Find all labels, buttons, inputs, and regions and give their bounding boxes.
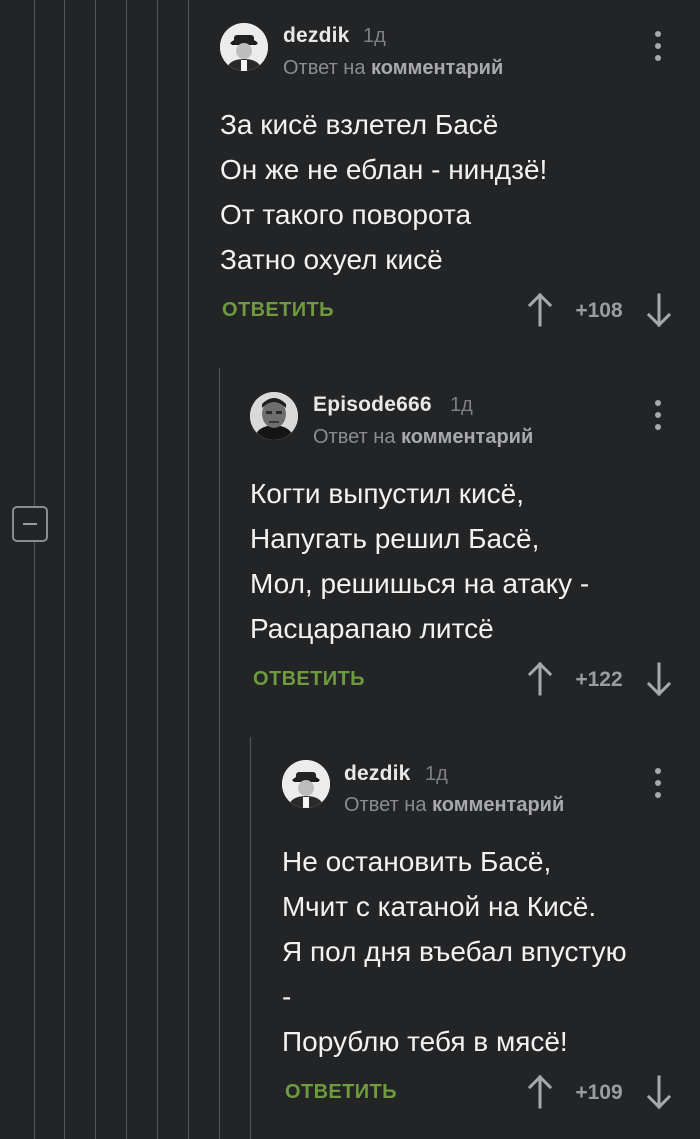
comment-thread: dezdik 1д Ответ на комментарий За кисё в…	[0, 0, 700, 1139]
comment-age: 1д	[425, 763, 448, 785]
reply-to-link[interactable]: комментарий	[432, 794, 564, 816]
comment-line: -	[282, 981, 292, 1012]
reply-to-line: Ответ на комментарий	[344, 794, 564, 817]
comment-line: Мчит с катаной на Кисё.	[282, 891, 597, 922]
comment-body: Не остановить Басё, Мчит с катаной на Ки…	[282, 839, 627, 1064]
more-options-icon[interactable]	[648, 766, 668, 800]
comment: dezdik 1д Ответ на комментарий Не остано…	[0, 0, 700, 1139]
comment-line: Порублю тебя в мясё!	[282, 1026, 568, 1057]
upvote-arrow-icon[interactable]	[527, 1074, 553, 1109]
comment-line: Не остановить Басё,	[282, 846, 552, 877]
avatar-image	[282, 760, 330, 808]
reply-to-prefix: Ответ на	[344, 794, 427, 816]
comment-score: +109	[575, 1081, 623, 1104]
comment-author[interactable]: dezdik	[344, 762, 411, 786]
avatar[interactable]	[282, 760, 330, 808]
downvote-arrow-icon[interactable]	[646, 1075, 672, 1110]
reply-button[interactable]: ОТВЕТИТЬ	[285, 1081, 397, 1104]
comment-line: Я пол дня въебал впустую	[282, 936, 627, 967]
